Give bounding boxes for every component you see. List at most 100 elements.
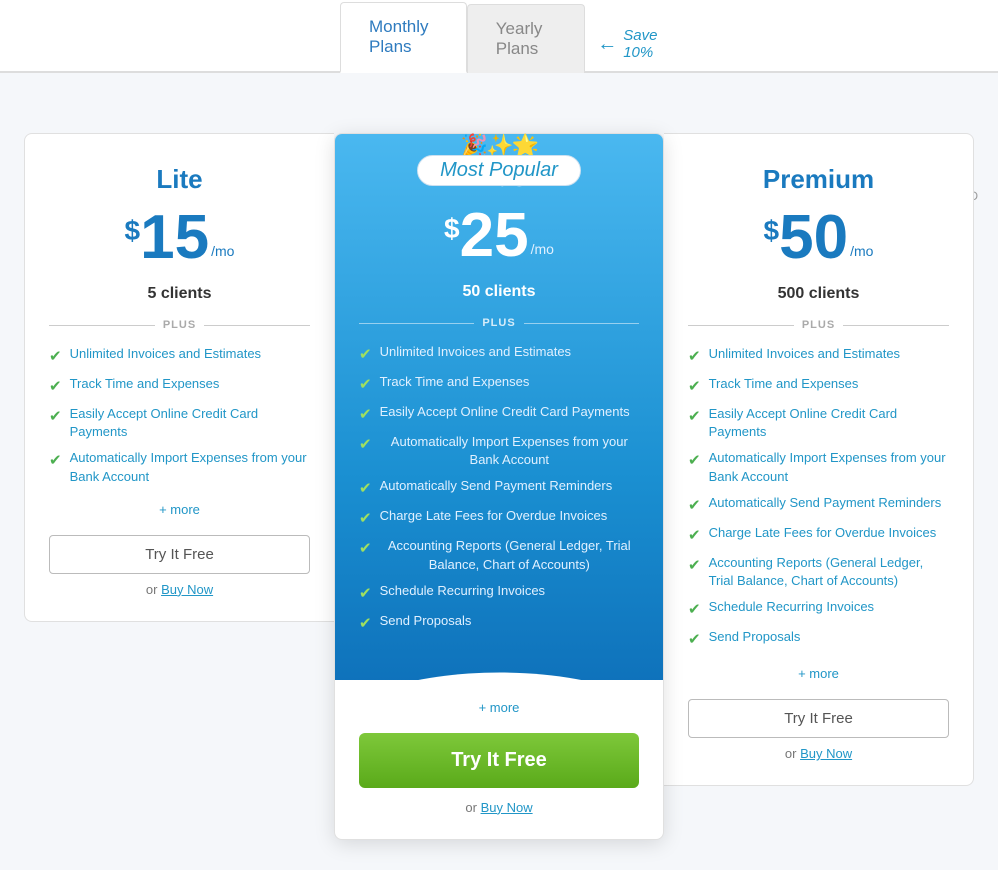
check-icon: ✔ — [688, 346, 701, 367]
premium-feat-text-2: Track Time and Expenses — [709, 375, 859, 393]
plus-feature-3: ✔ Easily Accept Online Credit Card Payme… — [359, 403, 639, 425]
premium-feature-2: ✔ Track Time and Expenses — [688, 375, 949, 397]
plus-price-per: /mo — [531, 241, 554, 257]
plus-feature-6: ✔ Charge Late Fees for Overdue Invoices — [359, 507, 639, 529]
lite-plus-divider: PLUS — [49, 319, 310, 331]
plus-feat-text-8: Schedule Recurring Invoices — [380, 582, 545, 600]
lite-feature-1: ✔ Unlimited Invoices and Estimates — [49, 345, 310, 367]
plus-feat-text-3: Easily Accept Online Credit Card Payment… — [380, 403, 630, 421]
premium-feat-text-1: Unlimited Invoices and Estimates — [709, 345, 900, 363]
premium-price-row: $ 50 /mo — [688, 207, 949, 269]
lite-line-left — [49, 325, 155, 326]
premium-or-buy: or Buy Now — [688, 746, 949, 761]
premium-line-left — [688, 325, 794, 326]
plus-line-left — [359, 323, 474, 324]
plus-more-link[interactable]: + more — [359, 700, 639, 715]
premium-feat-text-8: Schedule Recurring Invoices — [709, 598, 874, 616]
check-icon: ✔ — [359, 583, 372, 604]
lite-or-buy: or Buy Now — [49, 582, 310, 597]
plus-line-right — [524, 323, 639, 324]
premium-try-free-button[interactable]: Try It Free — [688, 699, 949, 738]
check-icon: ✔ — [688, 555, 701, 576]
lite-feature-list: ✔ Unlimited Invoices and Estimates ✔ Tra… — [49, 345, 310, 486]
plus-plus-text: PLUS — [482, 317, 515, 329]
premium-feature-7: ✔ Accounting Reports (General Ledger, Tr… — [688, 554, 949, 590]
lite-buy-now-link[interactable]: Buy Now — [161, 582, 213, 597]
plus-feat-text-1: Unlimited Invoices and Estimates — [380, 343, 571, 361]
lite-plan-name: Lite — [49, 164, 310, 195]
plan-card-plus: Plus $ 25 /mo 50 clients PLUS ✔ — [334, 133, 664, 840]
check-icon: ✔ — [359, 434, 372, 455]
plus-card-top: Plus $ 25 /mo 50 clients PLUS ✔ — [335, 134, 663, 710]
lite-plus-text: PLUS — [163, 319, 196, 331]
plus-feat-text-2: Track Time and Expenses — [380, 373, 530, 391]
lite-price-amount: 15 — [140, 207, 209, 269]
tab-monthly[interactable]: Monthly Plans — [340, 2, 467, 73]
tab-yearly[interactable]: Yearly Plans — [467, 4, 585, 73]
plus-feat-text-7: Accounting Reports (General Ledger, Tria… — [380, 537, 639, 573]
premium-feat-text-4: Automatically Import Expenses from your … — [709, 449, 949, 485]
plus-feat-text-9: Send Proposals — [380, 612, 472, 630]
most-popular-label: Most Popular — [417, 155, 581, 186]
plus-feature-5: ✔ Automatically Send Payment Reminders — [359, 477, 639, 499]
lite-feat-text-1: Unlimited Invoices and Estimates — [70, 345, 261, 363]
arrow-icon: ← — [597, 33, 617, 56]
plus-price-amount: 25 — [460, 205, 529, 267]
plus-feature-list: ✔ Unlimited Invoices and Estimates ✔ Tra… — [359, 343, 639, 634]
check-icon: ✔ — [359, 478, 372, 499]
plus-feat-text-6: Charge Late Fees for Overdue Invoices — [380, 507, 608, 525]
premium-feat-text-7: Accounting Reports (General Ledger, Tria… — [709, 554, 949, 590]
plus-feature-4: ✔ Automatically Import Expenses from you… — [359, 433, 639, 469]
premium-feat-text-5: Automatically Send Payment Reminders — [709, 494, 942, 512]
plus-try-free-button[interactable]: Try It Free — [359, 733, 639, 788]
tabs-bar: Monthly Plans Yearly Plans ← Save 10% — [0, 0, 998, 73]
plan-card-premium: Premium $ 50 /mo 500 clients PLUS ✔ Unli… — [664, 133, 974, 786]
check-icon: ✔ — [359, 374, 372, 395]
lite-more-link[interactable]: + more — [49, 502, 310, 517]
save-badge: ← Save 10% — [597, 27, 658, 61]
check-icon: ✔ — [688, 406, 701, 427]
plus-feat-text-4: Automatically Import Expenses from your … — [380, 433, 639, 469]
premium-price-amount: 50 — [779, 207, 848, 269]
check-icon: ✔ — [688, 599, 701, 620]
premium-price-per: /mo — [850, 243, 873, 259]
plus-or-buy: or Buy Now — [359, 800, 639, 815]
premium-feat-text-9: Send Proposals — [709, 628, 801, 646]
check-icon: ✔ — [49, 406, 62, 427]
plus-feature-8: ✔ Schedule Recurring Invoices — [359, 582, 639, 604]
premium-clients: 500 clients — [688, 285, 949, 303]
plus-buy-now-link[interactable]: Buy Now — [481, 800, 533, 815]
lite-dollar-sign: $ — [125, 215, 141, 247]
premium-feat-text-6: Charge Late Fees for Overdue Invoices — [709, 524, 937, 542]
plus-price-row: $ 25 /mo — [359, 205, 639, 267]
save-label: Save 10% — [623, 27, 658, 61]
premium-plus-text: PLUS — [802, 319, 835, 331]
premium-feature-1: ✔ Unlimited Invoices and Estimates — [688, 345, 949, 367]
premium-feature-6: ✔ Charge Late Fees for Overdue Invoices — [688, 524, 949, 546]
premium-feature-3: ✔ Easily Accept Online Credit Card Payme… — [688, 405, 949, 441]
lite-line-right — [204, 325, 310, 326]
plus-feature-7: ✔ Accounting Reports (General Ledger, Tr… — [359, 537, 639, 573]
lite-feat-text-2: Track Time and Expenses — [70, 375, 220, 393]
plus-clients: 50 clients — [359, 283, 639, 301]
lite-feature-4: ✔ Automatically Import Expenses from you… — [49, 449, 310, 485]
premium-buy-now-link[interactable]: Buy Now — [800, 746, 852, 761]
check-icon: ✔ — [688, 376, 701, 397]
plus-feature-2: ✔ Track Time and Expenses — [359, 373, 639, 395]
premium-more-link[interactable]: + more — [688, 666, 949, 681]
premium-plus-divider: PLUS — [688, 319, 949, 331]
plans-container: 🎉✨🌟 Most Popular All Prices in USD Lite … — [0, 133, 998, 840]
plus-feature-9: ✔ Send Proposals — [359, 612, 639, 634]
plus-card-bottom: + more Try It Free or Buy Now — [335, 680, 663, 839]
check-icon: ✔ — [359, 344, 372, 365]
check-icon: ✔ — [49, 376, 62, 397]
premium-plan-name: Premium — [688, 164, 949, 195]
plus-feature-1: ✔ Unlimited Invoices and Estimates — [359, 343, 639, 365]
check-icon: ✔ — [359, 404, 372, 425]
lite-feature-2: ✔ Track Time and Expenses — [49, 375, 310, 397]
premium-feature-5: ✔ Automatically Send Payment Reminders — [688, 494, 949, 516]
premium-feature-8: ✔ Schedule Recurring Invoices — [688, 598, 949, 620]
check-icon: ✔ — [688, 450, 701, 471]
lite-try-free-button[interactable]: Try It Free — [49, 535, 310, 574]
lite-clients: 5 clients — [49, 285, 310, 303]
